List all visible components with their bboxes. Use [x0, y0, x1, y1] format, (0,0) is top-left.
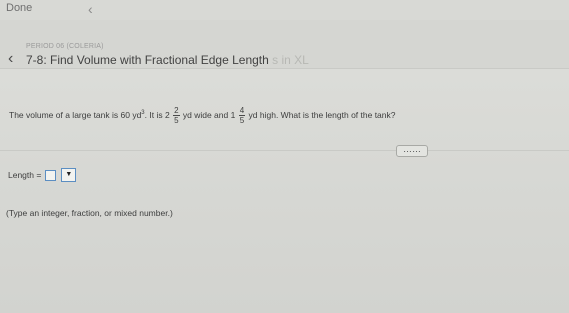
more-button[interactable]: …… — [396, 145, 428, 157]
units-dropdown[interactable]: ▼ — [61, 168, 77, 182]
answer-row: Length = ▼ — [8, 167, 77, 183]
back-chevron-icon[interactable]: ‹ — [8, 50, 13, 68]
width-fraction-denominator: 5 — [174, 116, 179, 126]
assignment-header: PERIOD 06 (COLERIA) ‹ 7-8: Find Volume w… — [0, 20, 569, 68]
answer-label: Length = — [8, 170, 42, 180]
question-text-before: The volume of a large tank is 60 yd — [9, 109, 142, 120]
height-fraction-denominator: 5 — [239, 116, 245, 126]
length-answer-input[interactable] — [45, 169, 57, 181]
question-text-after: yd high. What is the length of the tank? — [246, 109, 396, 120]
question-divider — [0, 150, 569, 151]
question-text: The volume of a large tank is 60 yd3. It… — [9, 102, 564, 126]
page-title-main: 7-8: Find Volume with Fractional Edge Le… — [26, 53, 269, 67]
answer-hint: (Type an integer, fraction, or mixed num… — [6, 208, 173, 218]
question-text-mid1: . It is 2 — [144, 109, 170, 120]
question-text-mid2: yd wide and 1 — [180, 109, 236, 120]
done-button[interactable]: Done — [6, 2, 32, 14]
chevron-left-icon[interactable]: ‹ — [88, 1, 93, 17]
top-bar: Done ‹ — [0, 0, 569, 20]
page-title: 7-8: Find Volume with Fractional Edge Le… — [26, 53, 309, 67]
screen: Done ‹ PERIOD 06 (COLERIA) ‹ 7-8: Find V… — [0, 0, 569, 313]
page-title-faded: s in XL — [272, 53, 309, 67]
period-label: PERIOD 06 (COLERIA) — [26, 43, 104, 50]
height-fraction: 4 5 — [238, 106, 246, 126]
height-fraction-numerator: 4 — [238, 106, 246, 117]
dropdown-arrow-icon: ▼ — [65, 171, 73, 178]
width-fraction: 2 5 — [173, 106, 180, 126]
header-divider — [0, 68, 569, 69]
width-fraction-numerator: 2 — [173, 106, 180, 117]
